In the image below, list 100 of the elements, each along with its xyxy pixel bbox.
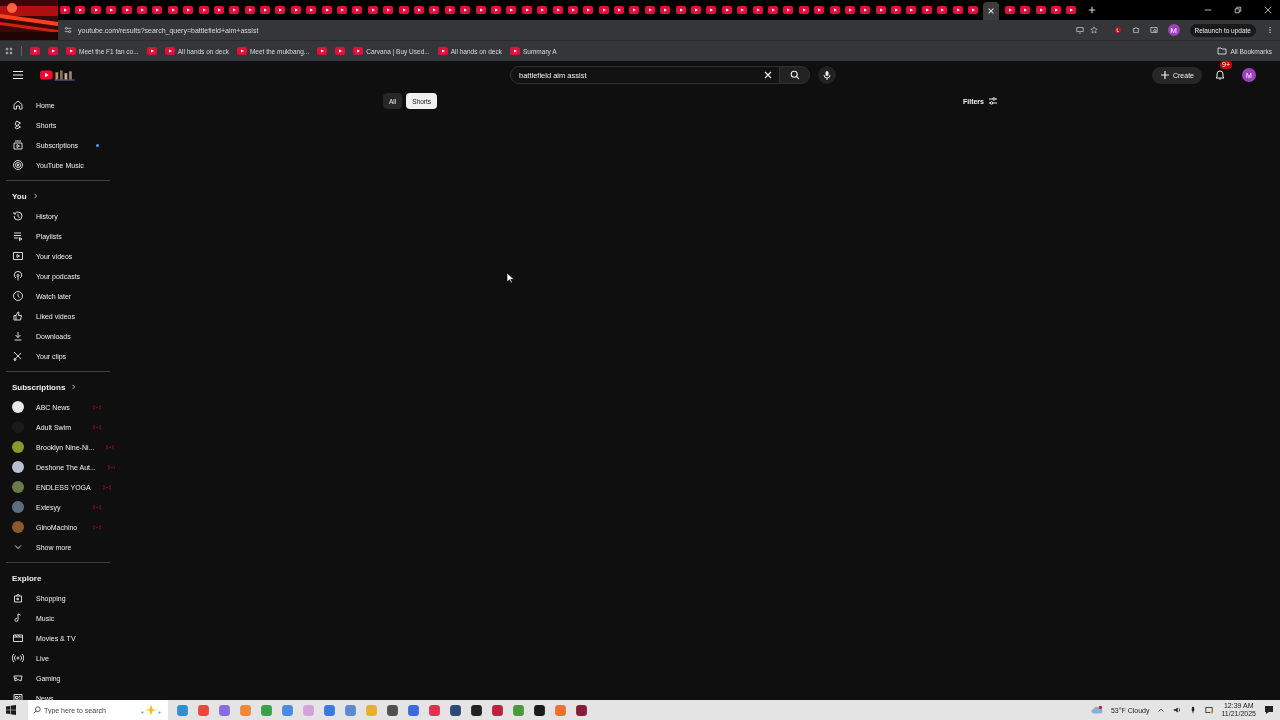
search-button[interactable] [780,66,810,84]
clear-icon[interactable] [763,70,773,80]
tab-favicon-icon[interactable] [798,6,809,14]
tab-favicon-icon[interactable] [121,6,132,14]
tab-favicon-icon[interactable] [398,6,409,14]
tab-favicon-icon[interactable] [444,6,455,14]
restore-icon[interactable] [1234,6,1242,14]
tab-favicon-icon[interactable] [691,6,701,14]
voice-search-button[interactable] [818,66,836,84]
tab-favicon-icon[interactable] [629,6,640,14]
bookmark-favicon-icon[interactable] [335,47,346,55]
tab-favicon-icon[interactable] [429,6,440,14]
tab-favicon-icon[interactable] [860,6,871,14]
tab-favicon-icon[interactable] [537,6,548,14]
tab-favicon-icon[interactable] [321,6,332,14]
tab-favicon-icon[interactable] [552,6,563,14]
bookmark-favicon-icon[interactable] [146,47,157,55]
puzzle-icon[interactable] [1131,26,1140,34]
you-heading[interactable]: You [0,186,115,206]
tab-favicon-icon[interactable] [167,6,178,14]
tab-favicon-icon[interactable] [244,6,255,14]
tab-favicon-icon[interactable] [136,6,147,14]
tab-favicon-icon[interactable] [891,6,902,14]
tab-favicon-icon[interactable] [60,6,70,14]
chevron-up-icon[interactable] [1157,706,1166,714]
tab-favicon-icon[interactable] [952,6,963,14]
tab-favicon-icon[interactable] [706,6,717,14]
tab-favicon-icon[interactable] [260,6,271,14]
tab-favicon-icon[interactable] [90,6,101,14]
tab-favicon-icon[interactable] [1051,6,1061,14]
tab-favicon-icon[interactable] [1066,6,1077,14]
tab-favicon-icon[interactable] [875,6,886,14]
tab-favicon-icon[interactable] [475,6,486,14]
extension-icon[interactable] [1113,26,1122,34]
tab-favicon-icon[interactable] [183,6,194,14]
notifications-icon[interactable] [1264,705,1274,715]
windows-start-icon[interactable] [6,705,16,715]
taskbar-app-icon[interactable] [470,703,483,717]
taskbar-app-icon[interactable] [449,703,462,717]
tab-favicon-icon[interactable] [367,6,378,14]
tab-favicon-icon[interactable] [906,6,917,14]
tab-favicon-icon[interactable] [213,6,224,14]
tab-favicon-icon[interactable] [675,6,686,14]
tab-favicon-icon[interactable] [737,6,748,14]
tab-favicon-icon[interactable] [1020,6,1031,14]
tab-favicon-icon[interactable] [921,6,932,14]
tab-favicon-icon[interactable] [968,6,979,14]
tab-favicon-icon[interactable] [490,6,501,14]
tab-favicon-icon[interactable] [614,6,625,14]
tab-favicon-icon[interactable] [275,6,286,14]
tab-favicon-icon[interactable] [937,6,948,14]
tab-favicon-icon[interactable] [229,6,240,14]
tab-favicon-icon[interactable] [75,6,86,14]
more-icon[interactable] [1266,26,1274,34]
tab-favicon-icon[interactable] [460,6,471,14]
bell-icon[interactable] [1214,68,1226,80]
tab-favicon-icon[interactable] [152,6,163,14]
network-icon[interactable] [1205,706,1214,714]
tab-favicon-icon[interactable] [1004,6,1015,14]
speaker-icon[interactable] [1173,706,1182,714]
tab-favicon-icon[interactable] [783,6,794,14]
close-tab-icon[interactable] [987,7,996,15]
tab-favicon-icon[interactable] [814,6,825,14]
taskbar-app-icon[interactable] [575,703,588,717]
tab-favicon-icon[interactable] [598,6,609,14]
apps-grid-icon[interactable] [5,47,13,55]
tab-favicon-icon[interactable] [567,6,578,14]
tab-favicon-icon[interactable] [767,6,778,14]
tab-favicon-icon[interactable] [506,6,517,14]
tab-favicon-icon[interactable] [383,6,394,14]
tab-favicon-icon[interactable] [337,6,348,14]
tab-favicon-icon[interactable] [660,6,671,14]
menu-icon[interactable] [12,69,24,81]
new-tab-icon[interactable] [1087,6,1096,14]
site-info-icon[interactable] [64,26,72,34]
bookmark-favicon-icon[interactable] [30,47,40,55]
minimize-icon[interactable] [1204,6,1212,14]
tab-favicon-icon[interactable] [198,6,209,14]
install-icon[interactable] [1075,26,1084,34]
tab-favicon-icon[interactable] [290,6,301,14]
tab-favicon-icon[interactable] [414,6,424,14]
subscriptions-heading[interactable]: Subscriptions [0,377,115,397]
tab-favicon-icon[interactable] [644,6,655,14]
tab-favicon-icon[interactable] [521,6,532,14]
tab-favicon-icon[interactable] [721,6,732,14]
close-icon[interactable] [1264,6,1272,14]
bookmark-favicon-icon[interactable] [317,47,328,55]
reading-mode-icon[interactable] [1149,26,1158,34]
star-icon[interactable] [1089,26,1098,34]
tab-favicon-icon[interactable] [752,6,763,14]
tab-favicon-icon[interactable] [1035,6,1046,14]
tab-favicon-icon[interactable] [306,6,317,14]
bookmark-favicon-icon[interactable] [48,47,58,55]
taskbar-app-icon[interactable] [386,703,399,717]
tab-favicon-icon[interactable] [829,6,840,14]
tab-favicon-icon[interactable] [844,6,855,14]
tab-favicon-icon[interactable] [106,6,117,14]
profile-avatar[interactable]: M [1167,24,1180,36]
taskbar-app-icon[interactable] [533,703,546,717]
tab-favicon-icon[interactable] [583,6,594,14]
